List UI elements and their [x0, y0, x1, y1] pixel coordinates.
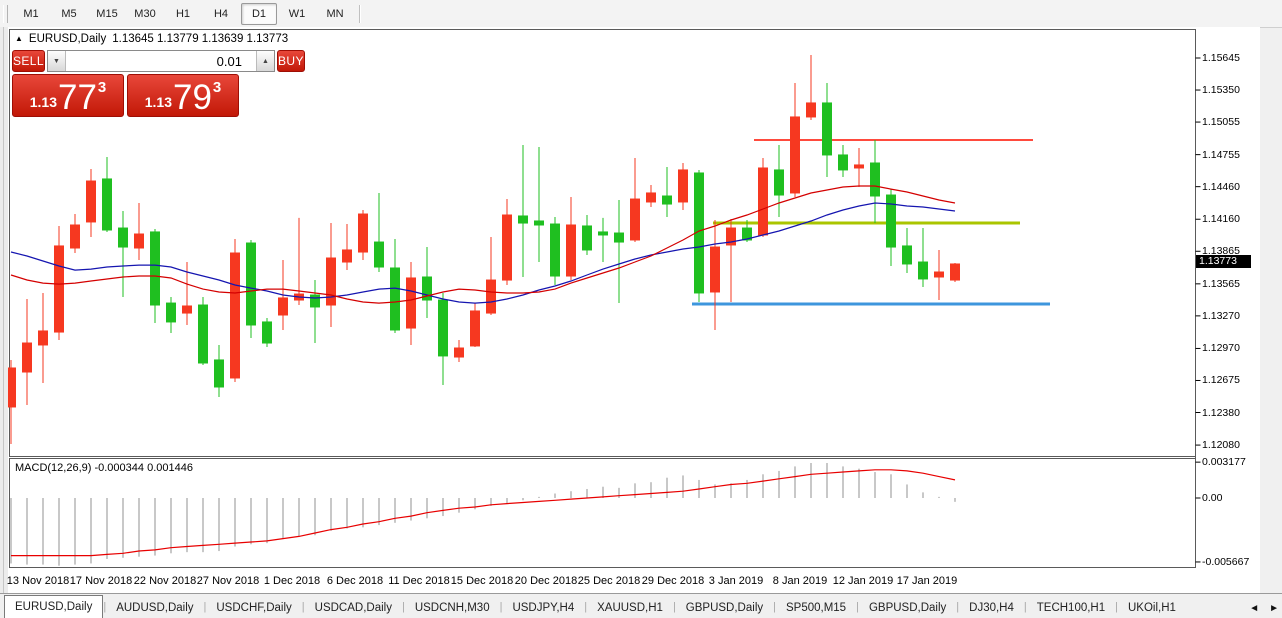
- date-axis-label: 13 Nov 2018: [7, 575, 69, 587]
- chart-tab-USDCHF-Daily[interactable]: USDCHF,Daily: [206, 598, 301, 618]
- timeframe-button-M15[interactable]: M15: [89, 3, 125, 25]
- tabs-scroll-left-icon[interactable]: ◄: [1249, 603, 1259, 614]
- candle-34: [551, 217, 560, 285]
- ask-price-big: 79: [173, 84, 212, 113]
- buy-button[interactable]: BUY: [277, 50, 305, 72]
- timeframe-buttons: M1M5M15M30H1H4D1W1MN: [12, 3, 354, 25]
- ask-price-prefix: 1.13: [145, 94, 172, 110]
- date-axis-label: 12 Jan 2019: [833, 575, 894, 587]
- bid-price-pip: 3: [98, 79, 106, 96]
- volume-decrease-button[interactable]: ▼: [48, 51, 66, 71]
- toolbar-separator: [359, 5, 361, 23]
- chart-tab-USDJPY-H4[interactable]: USDJPY,H4: [502, 598, 584, 618]
- macd-axis-label: 0.003177: [1202, 456, 1258, 468]
- chart-title: ▲ EURUSD,Daily 1.13645 1.13779 1.13639 1…: [15, 33, 288, 45]
- price-axis-label: 1.12675: [1202, 374, 1258, 386]
- buy-price-display[interactable]: 1.13 79 3: [127, 74, 239, 117]
- timeframe-toolbar: M1M5M15M30H1H4D1W1MN: [0, 0, 1282, 28]
- timeframe-button-H4[interactable]: H4: [203, 3, 239, 25]
- price-axis-label: 1.15350: [1202, 84, 1258, 96]
- candle-22: [359, 210, 368, 260]
- date-axis-label: 11 Dec 2018: [388, 575, 450, 587]
- date-axis-label: 22 Nov 2018: [134, 575, 196, 587]
- toolbar-grip[interactable]: [3, 5, 8, 23]
- price-axis-label: 1.14160: [1202, 213, 1258, 225]
- sell-button[interactable]: SELL: [12, 50, 45, 72]
- date-axis-label: 6 Dec 2018: [327, 575, 383, 587]
- tabbar-arrows: ◄ ►: [1249, 603, 1279, 614]
- timeframe-button-M30[interactable]: M30: [127, 3, 163, 25]
- date-axis-label: 25 Dec 2018: [578, 575, 640, 587]
- macd-axis-label: 0.00: [1202, 492, 1258, 504]
- price-axis-label: 1.14755: [1202, 149, 1258, 161]
- chart-tab-GBPUSD-Daily[interactable]: GBPUSD,Daily: [859, 598, 956, 618]
- date-axis-label: 29 Dec 2018: [642, 575, 704, 587]
- volume-increase-button[interactable]: ▲: [256, 51, 274, 71]
- volume-stepper: ▼ ▲: [47, 50, 275, 72]
- candle-14: [231, 239, 240, 382]
- timeframe-button-M5[interactable]: M5: [51, 3, 87, 25]
- candle-16: [263, 318, 272, 347]
- macd-axis-label: -0.005667: [1202, 556, 1258, 568]
- chart-tab-EURUSD-Daily[interactable]: EURUSD,Daily: [4, 595, 103, 618]
- chart-tab-AUDUSD-Daily[interactable]: AUDUSD,Daily: [106, 598, 203, 618]
- chart-tab-SP500-M15[interactable]: SP500,M15: [776, 598, 856, 618]
- date-axis-label: 20 Dec 2018: [515, 575, 577, 587]
- chart-tab-USDCAD-Daily[interactable]: USDCAD,Daily: [305, 598, 402, 618]
- candle-59: [951, 263, 960, 282]
- date-axis-label: 17 Jan 2019: [897, 575, 958, 587]
- timeframe-button-D1[interactable]: D1: [241, 3, 277, 25]
- price-axis-label: 1.15055: [1202, 116, 1258, 128]
- price-axis-label: 1.15645: [1202, 52, 1258, 64]
- date-axis-label: 8 Jan 2019: [773, 575, 827, 587]
- price-axis-label: 1.14460: [1202, 181, 1258, 193]
- expand-triangle-icon[interactable]: ▲: [15, 35, 23, 43]
- chart-window: ▲ EURUSD,Daily 1.13645 1.13779 1.13639 1…: [8, 27, 1260, 593]
- tabs-scroll-right-icon[interactable]: ►: [1269, 603, 1279, 614]
- candle-43: [695, 170, 704, 302]
- chart-symbol-label: EURUSD,Daily: [29, 33, 106, 45]
- ask-price-pip: 3: [213, 79, 221, 96]
- chart-tab-XAUUSD-H1[interactable]: XAUUSD,H1: [587, 598, 673, 618]
- chart-tabbar: EURUSD,Daily|AUDUSD,Daily|USDCHF,Daily|U…: [0, 593, 1282, 618]
- candle-12: [199, 297, 208, 365]
- chart-ohlc-values: 1.13645 1.13779 1.13639 1.13773: [112, 33, 288, 45]
- price-axis-label: 1.13565: [1202, 278, 1258, 290]
- current-price-tag: 1.13773: [1196, 255, 1251, 268]
- chart-tab-UKOil-H1[interactable]: UKOil,H1: [1118, 598, 1186, 618]
- price-axis-label: 1.12970: [1202, 342, 1258, 354]
- sell-price-display[interactable]: 1.13 77 3: [12, 74, 124, 117]
- chart-tab-USDCNH-M30[interactable]: USDCNH,M30: [405, 598, 500, 618]
- timeframe-button-MN[interactable]: MN: [317, 3, 353, 25]
- price-axis-label: 1.12380: [1202, 407, 1258, 419]
- volume-input[interactable]: [66, 51, 256, 71]
- chart-tab-TECH100-H1[interactable]: TECH100,H1: [1027, 598, 1115, 618]
- macd-indicator-label: MACD(12,26,9) -0.000344 0.001446: [15, 462, 193, 474]
- date-axis-label: 27 Nov 2018: [197, 575, 259, 587]
- date-axis-label: 17 Nov 2018: [70, 575, 132, 587]
- date-axis-label: 3 Jan 2019: [709, 575, 763, 587]
- date-axis-label: 15 Dec 2018: [451, 575, 513, 587]
- timeframe-button-W1[interactable]: W1: [279, 3, 315, 25]
- price-axis-label: 1.13270: [1202, 310, 1258, 322]
- one-click-trading-panel: SELL ▼ ▲ BUY 1.13 77 3 1.13 79 3: [12, 50, 239, 117]
- bid-price-big: 77: [58, 84, 97, 113]
- bid-price-prefix: 1.13: [30, 94, 57, 110]
- chart-tab-DJ30-H4[interactable]: DJ30,H4: [959, 598, 1024, 618]
- timeframe-button-H1[interactable]: H1: [165, 3, 201, 25]
- timeframe-button-M1[interactable]: M1: [13, 3, 49, 25]
- date-axis-label: 1 Dec 2018: [264, 575, 320, 587]
- chart-tab-GBPUSD-Daily[interactable]: GBPUSD,Daily: [676, 598, 773, 618]
- chart-tabs: EURUSD,Daily|AUDUSD,Daily|USDCHF,Daily|U…: [0, 595, 1186, 618]
- date-axis: 13 Nov 201817 Nov 201822 Nov 201827 Nov …: [8, 569, 1260, 592]
- price-axis-label: 1.12080: [1202, 439, 1258, 451]
- candle-47: [759, 158, 768, 237]
